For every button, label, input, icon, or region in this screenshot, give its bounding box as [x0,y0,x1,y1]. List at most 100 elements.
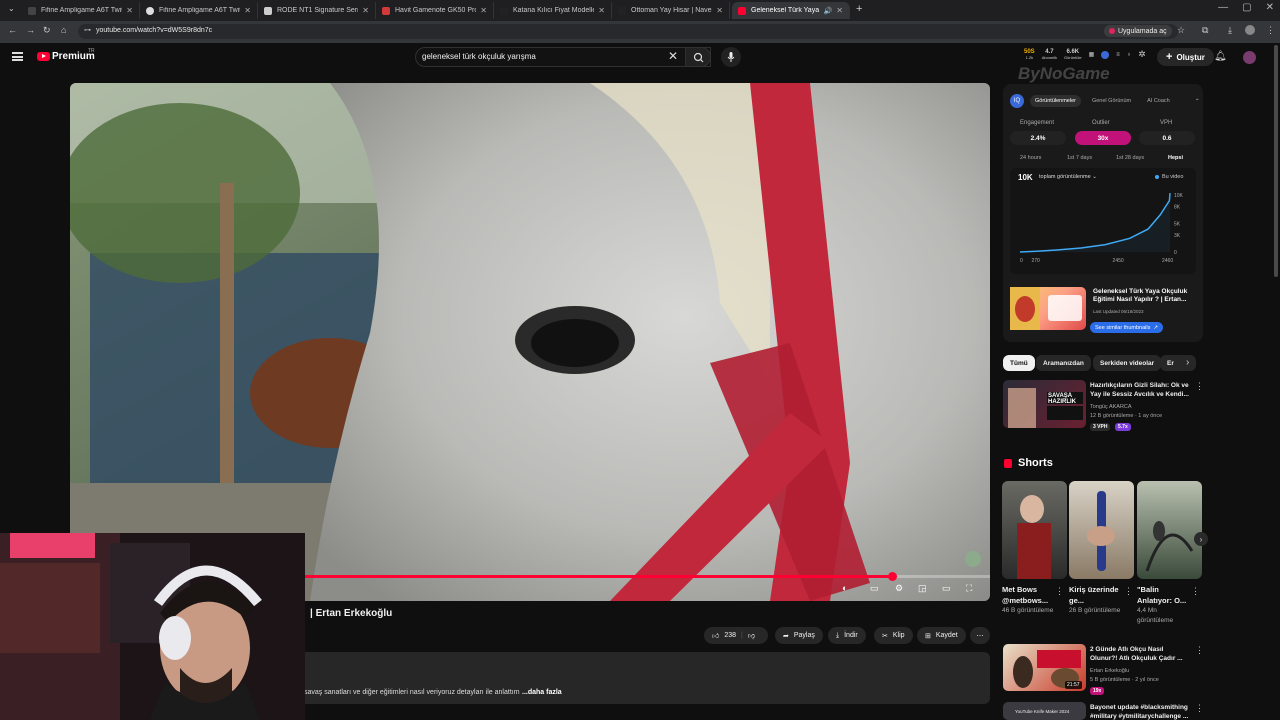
collapse-chevron-icon[interactable]: ⌃ [1195,98,1200,105]
tab-close-icon[interactable]: ✕ [480,6,487,15]
download-button[interactable]: ⤓ İndir [828,627,866,644]
theater-mode-icon[interactable]: ▭ [942,583,951,594]
range-24h[interactable]: 24 hours [1020,155,1041,161]
chip-from-search[interactable]: Aramanızdan [1036,355,1091,371]
tab-audio-icon[interactable]: 🔊 [824,7,833,15]
tab-close-icon[interactable]: ✕ [244,6,251,15]
tab-close-icon[interactable]: ✕ [598,6,605,15]
youtube-logo-icon[interactable] [37,52,50,61]
close-window-icon[interactable]: ✕ [1266,2,1274,13]
autoplay-toggle-icon[interactable]: ◐ [842,583,847,593]
tab-search-icon[interactable]: ⌄ [8,4,15,13]
downloads-icon[interactable]: ⤓ [1228,25,1232,36]
short-title[interactable]: Met Bows @metbows... [1002,584,1057,606]
grid-icon[interactable]: ▦ [1089,51,1095,58]
panel-tab-overview[interactable]: Genel Görünüm [1087,95,1136,107]
miniplayer-icon[interactable]: ◲ [918,583,927,594]
rec-menu-icon[interactable]: ⋮ [1195,703,1204,714]
chip-more[interactable]: Er [1160,355,1196,371]
rec-thumbnail[interactable]: SAVAŞA HAZIRLIK [1003,380,1086,428]
browser-tab[interactable]: Ottoman Yay Hisar | Navek Spo ✕ [612,2,730,19]
notifications-bell-icon[interactable]: 🔔︎ [1214,51,1227,62]
range-all[interactable]: Hepsi [1168,155,1183,161]
tab-close-icon[interactable]: ✕ [716,6,723,15]
browser-tab[interactable]: Fifine Ampligame A6T Twitch ✕ [22,2,140,19]
browser-tab[interactable]: Havit Gamenote GK50 Pro RGB ✕ [376,2,494,19]
account-avatar[interactable] [1243,51,1256,64]
clear-search-icon[interactable]: ✕ [668,49,678,63]
browser-tab[interactable]: RODE NT1 Signature Series La ✕ [258,2,376,19]
tab-close-icon[interactable]: ✕ [126,6,133,15]
description-box[interactable] [300,652,990,704]
tab-close-icon[interactable]: ✕ [836,6,843,15]
profile-icon[interactable] [1245,25,1255,35]
video-thumbnail-preview[interactable] [1010,287,1086,330]
home-icon[interactable]: ⌂ [61,25,66,35]
video-player[interactable] [70,83,990,601]
extension-icon[interactable] [1101,50,1110,59]
page-scrollbar[interactable] [1274,45,1278,277]
list-icon[interactable]: ≡ [1116,52,1120,58]
browser-menu-icon[interactable]: ⋮ [1266,25,1275,36]
short-thumbnail[interactable] [1002,481,1067,579]
rec-title[interactable]: Bayonet update #blacksmithing #military … [1090,703,1190,720]
more-actions-button[interactable]: ⋯ [970,627,990,644]
fullscreen-icon[interactable]: ⛶ [966,583,972,594]
short-title[interactable]: "Balin Anlatıyor: O... [1137,584,1192,606]
gear-icon[interactable]: ✲ [1138,49,1146,60]
rec-channel[interactable]: Tongüç AKARCA [1090,403,1132,411]
address-bar[interactable] [78,24,1178,39]
search-button[interactable] [685,47,711,67]
description-more-link[interactable]: ...daha fazla [522,689,562,696]
like-button[interactable]: 👍︎ 238 | 👎︎ [704,627,768,644]
range-28d[interactable]: 1st 28 days [1116,155,1144,161]
chips-next-icon[interactable]: › [1186,357,1189,368]
short-menu-icon[interactable]: ⋮ [1055,586,1064,597]
panel-tab-views[interactable]: Görüntülenmeler [1030,95,1081,107]
clip-button[interactable]: ✂ Klip [874,627,913,644]
rec-title[interactable]: Hazırlıkçıların Gizli Silahı: Ok ve Yay … [1090,381,1190,399]
panel-tab-ai-coach[interactable]: AI Coach [1142,95,1175,107]
rec-menu-icon[interactable]: ⋮ [1195,381,1204,392]
maximize-icon[interactable]: ▢ [1242,2,1251,13]
rec-channel[interactable]: Ertan Erkekoğlu [1090,667,1129,675]
save-button[interactable]: ⊞ Kaydet [917,627,966,644]
chart-metric-dropdown[interactable]: toplam görüntülenme ⌄ [1039,174,1097,180]
bulb-icon[interactable]: ♁ [1127,52,1132,58]
chip-from-channel[interactable]: Serkiden videolar [1093,355,1162,371]
browser-tab-active[interactable]: Geleneksel Türk Yaya Okçul 🔊✕ [732,2,850,19]
range-7d[interactable]: 1st 7 days [1067,155,1092,161]
short-menu-icon[interactable]: ⋮ [1124,586,1133,597]
browser-tab[interactable]: Katana Kılıcı Fiyat Modelleri - S ✕ [494,2,612,19]
progress-scrubber[interactable] [887,572,897,581]
chip-all[interactable]: Tümü [1003,355,1035,371]
short-title[interactable]: Kiriş üzerinde ge... [1069,584,1124,606]
settings-gear-icon[interactable]: ⚙ [895,583,903,594]
reload-icon[interactable]: ↻ [43,25,51,36]
open-in-app-button[interactable]: Uygulamada aç [1104,25,1172,37]
new-tab-icon[interactable]: + [856,3,862,15]
minimize-icon[interactable]: — [1218,2,1228,13]
see-similar-thumbnails-button[interactable]: See similar thumbnails ↗ [1090,322,1163,333]
back-icon[interactable]: ← [8,25,17,35]
short-thumbnail[interactable] [1137,481,1202,579]
bookmark-star-icon[interactable]: ☆ [1177,25,1185,36]
thumbs-down-icon[interactable]: 👎︎ [748,631,755,640]
create-button[interactable]: + Oluştur [1157,48,1214,66]
shorts-next-icon[interactable]: › [1194,532,1208,546]
y-tick-label: 10K [1174,193,1184,199]
forward-icon[interactable]: → [26,25,35,35]
extensions-icon[interactable]: ⧉ [1202,25,1208,36]
browser-tab[interactable]: Fifine Ampligame A6T Twitch ✕ [140,2,258,19]
site-info-icon[interactable]: ⊶ [84,26,91,34]
share-button[interactable]: ➦ Paylaş [775,627,823,644]
rec-menu-icon[interactable]: ⋮ [1195,645,1204,656]
hamburger-menu-icon[interactable] [12,52,23,61]
rec-thumbnail[interactable]: YouTube Knife Maker 2024 [1003,702,1086,720]
short-thumbnail[interactable] [1069,481,1134,579]
voice-search-button[interactable] [721,47,741,67]
tab-close-icon[interactable]: ✕ [362,6,369,15]
subtitles-icon[interactable]: ▭ [870,583,879,594]
rec-title[interactable]: 2 Günde Atlı Okçu Nasıl Olunur?! Atlı Ok… [1090,645,1190,663]
short-menu-icon[interactable]: ⋮ [1191,586,1200,597]
